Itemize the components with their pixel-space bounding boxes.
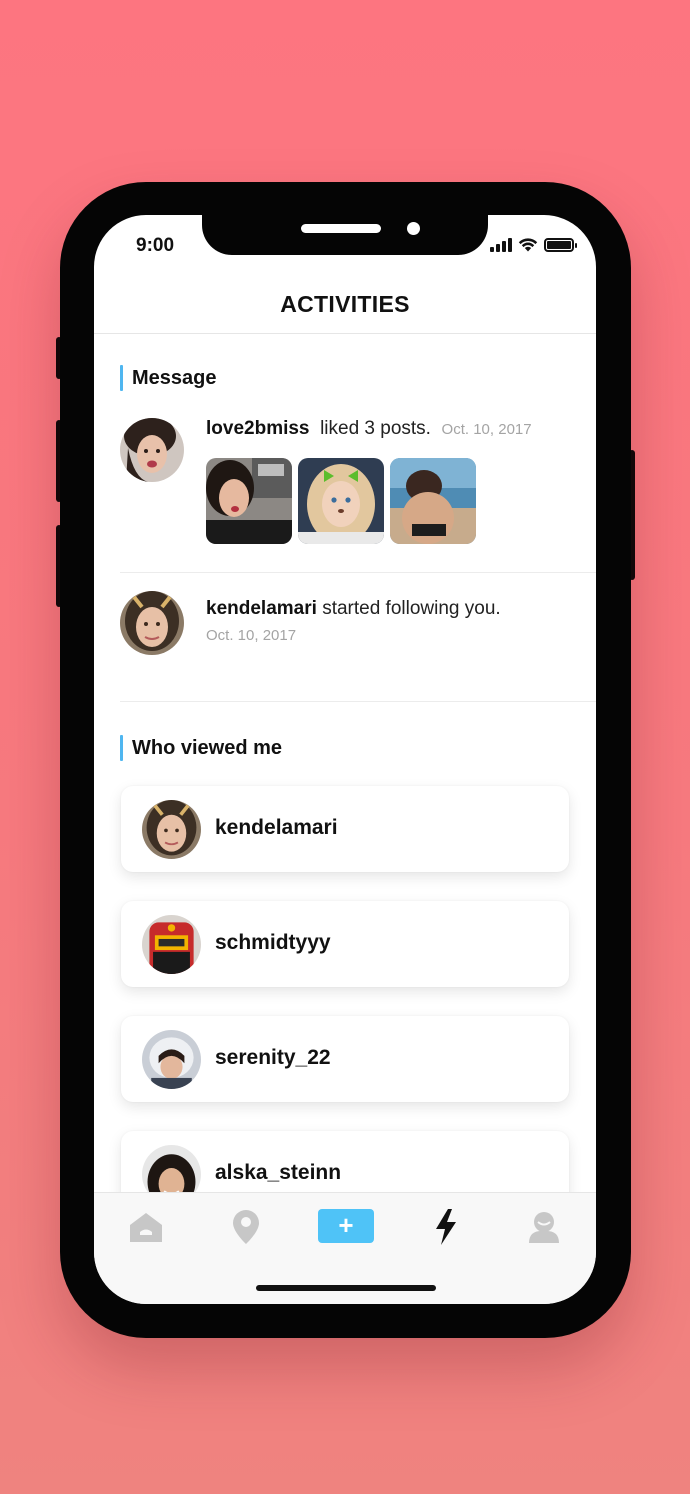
- speaker: [301, 224, 381, 233]
- home-icon: [130, 1213, 162, 1242]
- post-thumbnail[interactable]: [206, 458, 292, 544]
- home-indicator: [256, 1285, 436, 1291]
- avatar: [142, 800, 201, 859]
- add-post-button[interactable]: +: [318, 1209, 374, 1243]
- section-title-message: Message: [120, 365, 217, 391]
- avatar-love2bmiss[interactable]: [120, 418, 184, 482]
- viewer-username: serenity_22: [215, 1046, 331, 1069]
- section-title-viewers: Who viewed me: [120, 735, 282, 761]
- tab-home[interactable]: [126, 1207, 166, 1247]
- notification-text-kendelamari: kendelamari started following you.: [206, 598, 501, 620]
- notification-divider: [120, 572, 596, 573]
- location-pin-icon: [233, 1210, 259, 1244]
- notification-date: Oct. 10, 2017: [206, 627, 297, 644]
- viewer-username: alska_steinn: [215, 1161, 342, 1184]
- viewer-username: kendelamari: [215, 816, 338, 839]
- viewer-card[interactable]: schmidtyyy: [121, 901, 569, 987]
- battery-icon: [544, 237, 577, 252]
- wifi-icon: [518, 238, 538, 252]
- phone-screen: 9:00 ACTIVITIES Message love2bmiss liked…: [94, 215, 596, 1304]
- viewer-username: schmidtyyy: [215, 931, 331, 954]
- notification-action: liked 3 posts.: [320, 418, 431, 439]
- notification-text-love2bmiss: love2bmiss liked 3 posts. Oct. 10, 2017: [206, 418, 532, 440]
- avatar: [142, 1030, 201, 1089]
- notification-action: started following you.: [322, 598, 501, 619]
- front-camera: [407, 222, 420, 235]
- viewer-card[interactable]: kendelamari: [121, 786, 569, 872]
- notification-username[interactable]: kendelamari: [206, 598, 317, 619]
- notch: [202, 215, 488, 255]
- profile-icon: [529, 1212, 559, 1243]
- header-divider: [94, 333, 596, 334]
- viewer-card[interactable]: serenity_22: [121, 1016, 569, 1102]
- status-icons: [490, 237, 577, 252]
- tab-profile[interactable]: [524, 1207, 564, 1247]
- tab-location[interactable]: [226, 1207, 266, 1247]
- signal-icon: [490, 237, 512, 252]
- status-time: 9:00: [136, 235, 175, 256]
- tab-activities[interactable]: [426, 1207, 466, 1247]
- page-title: ACTIVITIES: [280, 291, 410, 317]
- avatar: [142, 915, 201, 974]
- section-divider: [120, 701, 596, 702]
- post-thumbnail[interactable]: [298, 458, 384, 544]
- tab-bar: +: [94, 1192, 596, 1304]
- notification-username[interactable]: love2bmiss: [206, 418, 310, 439]
- avatar-kendelamari[interactable]: [120, 591, 184, 655]
- notification-date: Oct. 10, 2017: [441, 421, 532, 438]
- post-thumbnail[interactable]: [390, 458, 476, 544]
- lightning-icon: [436, 1209, 456, 1245]
